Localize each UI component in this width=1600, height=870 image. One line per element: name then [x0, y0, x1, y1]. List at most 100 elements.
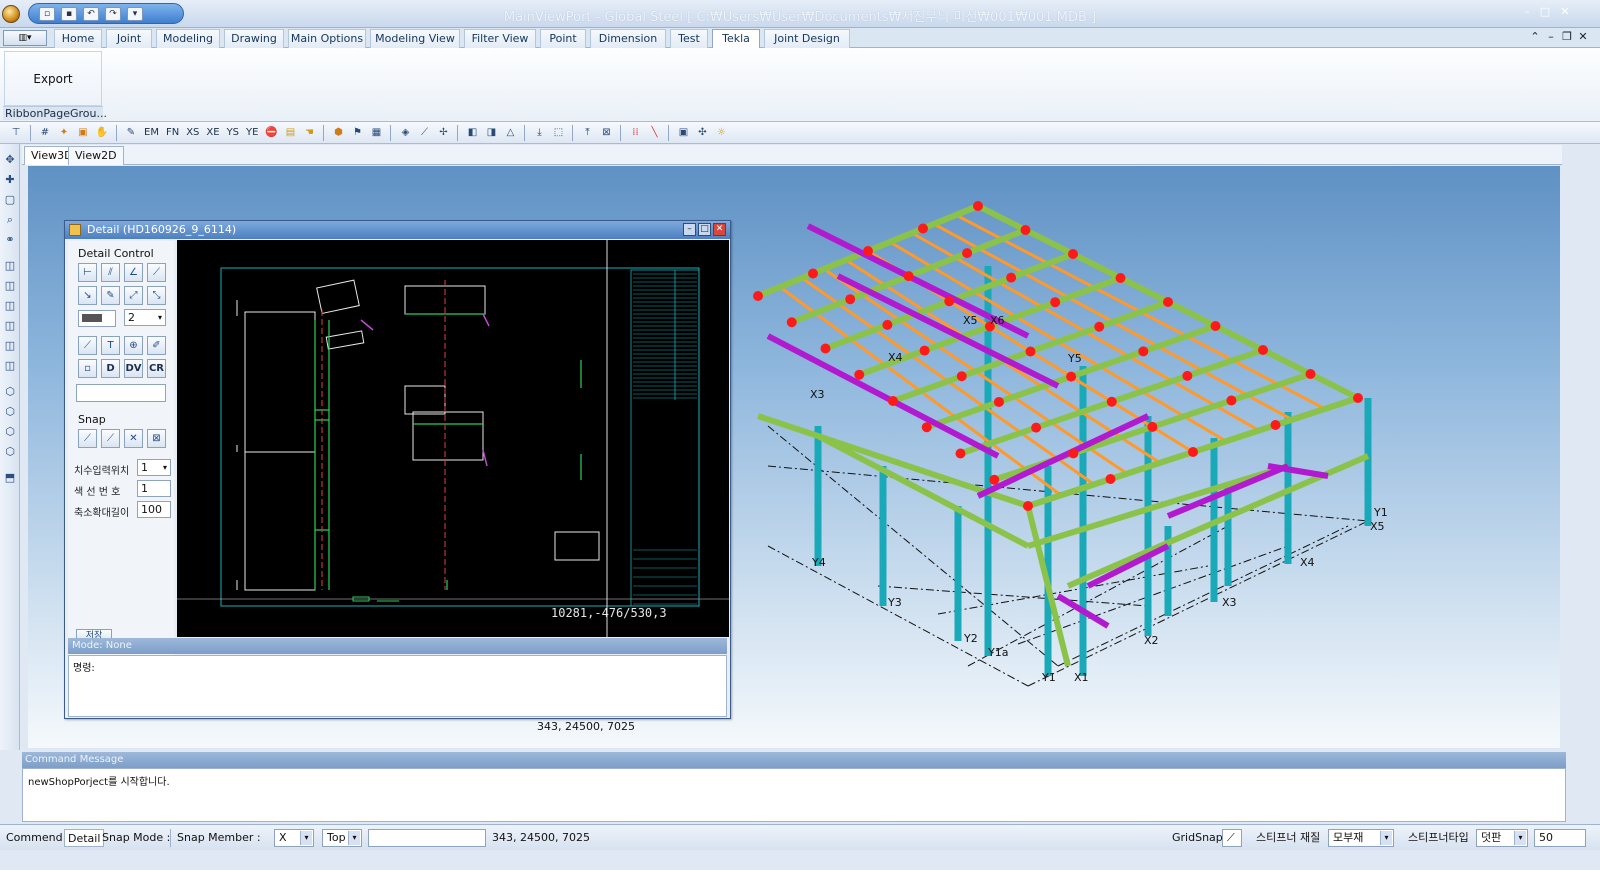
text-icon[interactable]: T	[101, 336, 120, 355]
light-icon[interactable]: ☼	[713, 125, 729, 141]
snap-end-icon[interactable]: ⟋	[78, 429, 97, 448]
zoom-icon[interactable]: ▢	[2, 192, 18, 208]
ribbon-collapse-icon[interactable]: ⌃	[1528, 30, 1542, 44]
status-snap-mode[interactable]: Snap Mode :	[102, 829, 170, 847]
detail-command-box[interactable]: 명령:	[68, 655, 727, 717]
tab-filter-view[interactable]: Filter View	[464, 29, 536, 48]
color-number-input[interactable]: 1	[137, 480, 171, 497]
tab-modeling-view[interactable]: Modeling View	[370, 29, 460, 48]
tab-home[interactable]: Home	[54, 29, 102, 48]
status-input[interactable]	[368, 829, 486, 847]
line-color-select[interactable]	[78, 310, 116, 327]
node-icon[interactable]: ⬢	[330, 125, 346, 141]
frame-icon[interactable]: ▦	[368, 125, 384, 141]
snap-mid-icon[interactable]: ⟋	[101, 429, 120, 448]
iso-1-icon[interactable]: ⬡	[2, 384, 18, 400]
section-icon[interactable]: ◧	[464, 125, 480, 141]
scale-length-input[interactable]: 100	[137, 501, 171, 518]
triangle-icon[interactable]: △	[502, 125, 518, 141]
doc-restore-icon[interactable]: ❐	[1560, 30, 1574, 44]
doc-close-icon[interactable]: ✕	[1576, 30, 1590, 44]
measure-icon[interactable]: ⟋	[416, 125, 432, 141]
detail-close-icon[interactable]: ✕	[713, 223, 726, 236]
tab-view2d[interactable]: View2D	[68, 146, 124, 165]
search-icon[interactable]: ⌕	[2, 212, 18, 228]
detail-text-input[interactable]	[76, 384, 166, 402]
hand-icon[interactable]: ☚	[301, 125, 317, 141]
axis-icon[interactable]: ✣	[694, 125, 710, 141]
tab-test[interactable]: Test	[670, 29, 708, 48]
close-icon[interactable]: ✕	[1558, 5, 1572, 19]
pencil-icon[interactable]: ✎	[123, 125, 139, 141]
toolbar-fn[interactable]: FN	[164, 127, 181, 138]
status-snap-member[interactable]: Snap Member :	[170, 829, 261, 847]
plate-icon[interactable]: ✋	[94, 125, 110, 141]
column-icon[interactable]: ▣	[75, 125, 91, 141]
line-icon[interactable]: ╲	[646, 125, 662, 141]
elevation-icon[interactable]: ◨	[483, 125, 499, 141]
dim-parallel-icon[interactable]: ⫽	[101, 263, 120, 282]
stiffener-value-input[interactable]: 50	[1534, 829, 1586, 847]
stop-icon[interactable]: ⛔	[263, 125, 279, 141]
line-style-icon[interactable]: ⟋	[78, 336, 97, 355]
tab-drawing[interactable]: Drawing	[224, 29, 284, 48]
export-button[interactable]: Export	[4, 51, 102, 106]
axis-select[interactable]: X ▾	[274, 829, 314, 847]
toolbar-xe[interactable]: XE	[204, 127, 221, 138]
toolbar-xs[interactable]: XS	[184, 127, 201, 138]
dim-angle-icon[interactable]: ∠	[124, 263, 143, 282]
tab-point[interactable]: Point	[540, 29, 586, 48]
cube-bottom-icon[interactable]: ◫	[2, 358, 18, 374]
toolbar-em[interactable]: EM	[142, 127, 161, 138]
iso-2-icon[interactable]: ⬡	[2, 404, 18, 420]
tab-joint-design[interactable]: Joint Design	[764, 29, 850, 48]
dv-button[interactable]: DV	[124, 359, 143, 378]
detail-title-bar[interactable]: Detail (HD160926_9_6114) – □ ✕	[65, 221, 730, 239]
toolbar-ys[interactable]: YS	[225, 127, 241, 138]
pan-icon[interactable]: ✚	[2, 172, 18, 188]
hash-icon[interactable]: #	[37, 125, 53, 141]
iso-3-icon[interactable]: ⬡	[2, 424, 18, 440]
box-icon[interactable]: ⬒	[2, 470, 18, 486]
camera-icon[interactable]: ▣	[675, 125, 691, 141]
dim-position-select[interactable]: 1 ▾	[137, 459, 171, 476]
tab-tekla[interactable]: Tekla	[712, 29, 760, 49]
flag-icon[interactable]: ⚑	[349, 125, 365, 141]
edit-line-icon[interactable]: ✎	[101, 286, 120, 305]
cr-button[interactable]: CR	[147, 359, 166, 378]
gridsnap-icon[interactable]: ⟋	[1222, 829, 1242, 847]
dots-icon[interactable]: ⁞⁞	[627, 125, 643, 141]
layer-icon[interactable]: ◈	[397, 125, 413, 141]
leader-icon[interactable]: ↘	[78, 286, 97, 305]
command-message-box[interactable]: newShopPorject를 시작합니다.	[22, 768, 1566, 822]
cube-back-icon[interactable]: ◫	[2, 278, 18, 294]
view-select[interactable]: Top ▾	[322, 829, 362, 847]
snap-perp-icon[interactable]: ⊠	[147, 429, 166, 448]
import-icon[interactable]: ⤓	[531, 125, 547, 141]
draw-icon[interactable]: ✐	[147, 336, 166, 355]
dim-slope-icon[interactable]: ⟋	[147, 263, 166, 282]
zoom-window-icon[interactable]: ⬚	[550, 125, 566, 141]
iso-4-icon[interactable]: ⬡	[2, 444, 18, 460]
copy-icon[interactable]: ▫	[78, 359, 97, 378]
d-button[interactable]: D	[101, 359, 120, 378]
stiffener-material-select[interactable]: 모부재 ▾	[1328, 829, 1394, 847]
folder-icon[interactable]: ▤	[282, 125, 298, 141]
move-icon[interactable]: ✥	[2, 152, 18, 168]
line-width-select[interactable]: 2 ▾	[124, 309, 166, 326]
dim-chain-icon[interactable]: ⤢	[124, 286, 143, 305]
cube-left-icon[interactable]: ◫	[2, 298, 18, 314]
doc-minimize-icon[interactable]: –	[1544, 30, 1558, 44]
beam-icon[interactable]: ✦	[56, 125, 72, 141]
tab-modeling[interactable]: Modeling	[156, 29, 220, 48]
snap-cross-icon[interactable]: ✕	[124, 429, 143, 448]
stiffener-type-select[interactable]: 덧판 ▾	[1476, 829, 1528, 847]
grid-icon[interactable]: ⊤	[8, 125, 24, 141]
cad-drawing-area[interactable]: 10281,-476/530,3	[177, 240, 729, 637]
dim-radius-icon[interactable]: ⤡	[147, 286, 166, 305]
tab-joint[interactable]: Joint	[106, 29, 152, 48]
toolbar-ye[interactable]: YE	[244, 127, 260, 138]
cube-top-icon[interactable]: ◫	[2, 338, 18, 354]
export-icon[interactable]: ⤒	[579, 125, 595, 141]
cube-right-icon[interactable]: ◫	[2, 318, 18, 334]
